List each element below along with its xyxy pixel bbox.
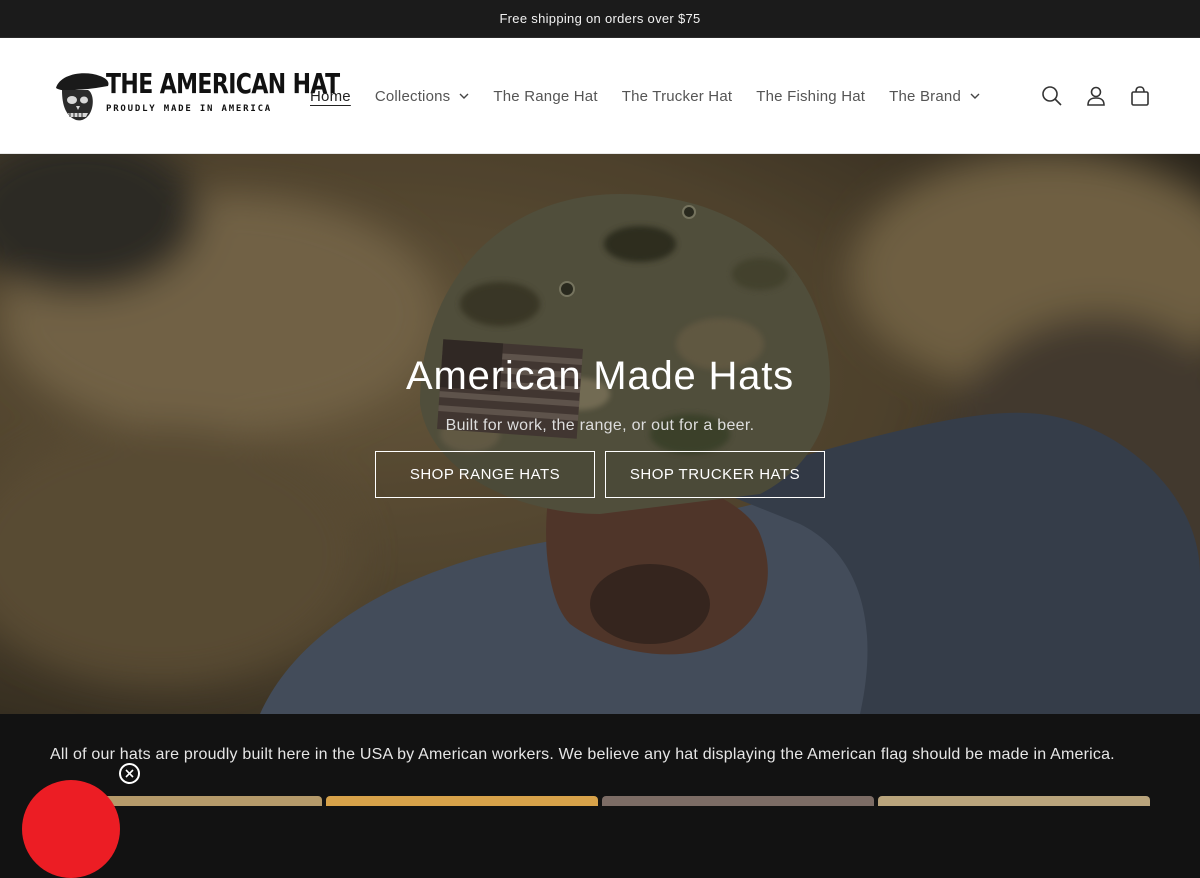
nav-home[interactable]: Home: [298, 88, 363, 105]
chevron-down-icon: [459, 93, 469, 99]
header-icons: [1030, 74, 1162, 118]
cart-button[interactable]: [1118, 74, 1162, 118]
hero-banner: American Made Hats Built for work, the r…: [0, 154, 1200, 714]
product-card-image[interactable]: [878, 796, 1150, 806]
nav-trucker-hat-label: The Trucker Hat: [621, 87, 733, 105]
nav-fishing-hat[interactable]: The Fishing Hat: [744, 88, 877, 105]
shop-trucker-hats-button[interactable]: SHOP TRUCKER HATS: [605, 451, 825, 498]
shop-range-hats-button[interactable]: SHOP RANGE HATS: [375, 451, 595, 498]
nav-trucker-hat[interactable]: The Trucker Hat: [610, 88, 745, 105]
nav-fishing-hat-label: The Fishing Hat: [756, 87, 866, 105]
cart-icon: [1131, 86, 1149, 106]
intro-text: All of our hats are proudly built here i…: [50, 746, 1115, 763]
nav-range-hat[interactable]: The Range Hat: [481, 88, 609, 105]
nav-home-label: Home: [310, 87, 351, 105]
product-card-image[interactable]: [602, 796, 874, 806]
nav-range-hat-label: The Range Hat: [493, 87, 598, 105]
skull-logo-icon: [56, 73, 109, 121]
nav-the-brand-label: The Brand: [889, 87, 961, 105]
nav-collections[interactable]: Collections: [363, 88, 482, 105]
promo-close-button[interactable]: [119, 763, 140, 784]
hero-subtitle: Built for work, the range, or out for a …: [445, 417, 755, 434]
search-button[interactable]: [1030, 74, 1074, 118]
search-icon: [1042, 86, 1062, 106]
site-logo[interactable]: THE AMERICAN HAT PROUDLY MADE IN AMERICA: [50, 66, 340, 124]
promo-bubble[interactable]: [22, 780, 120, 878]
account-icon: [1087, 86, 1105, 106]
main-nav: Home Collections The Range Hat The Truck…: [298, 38, 992, 154]
site-header: THE AMERICAN HAT PROUDLY MADE IN AMERICA…: [0, 38, 1200, 154]
hero-buttons: SHOP RANGE HATS SHOP TRUCKER HATS: [0, 451, 1200, 498]
intro-section: All of our hats are proudly built here i…: [0, 714, 1200, 806]
account-button[interactable]: [1074, 74, 1118, 118]
announcement-bar: Free shipping on orders over $75: [0, 0, 1200, 38]
chevron-down-icon: [970, 93, 980, 99]
product-card-image[interactable]: [326, 796, 598, 806]
announcement-text: Free shipping on orders over $75: [499, 11, 701, 26]
hero-content: American Made Hats Built for work, the r…: [0, 354, 1200, 498]
nav-collections-label: Collections: [374, 87, 451, 105]
close-icon: [125, 769, 134, 778]
nav-the-brand[interactable]: The Brand: [877, 88, 992, 105]
hero-title: American Made Hats: [406, 354, 794, 398]
